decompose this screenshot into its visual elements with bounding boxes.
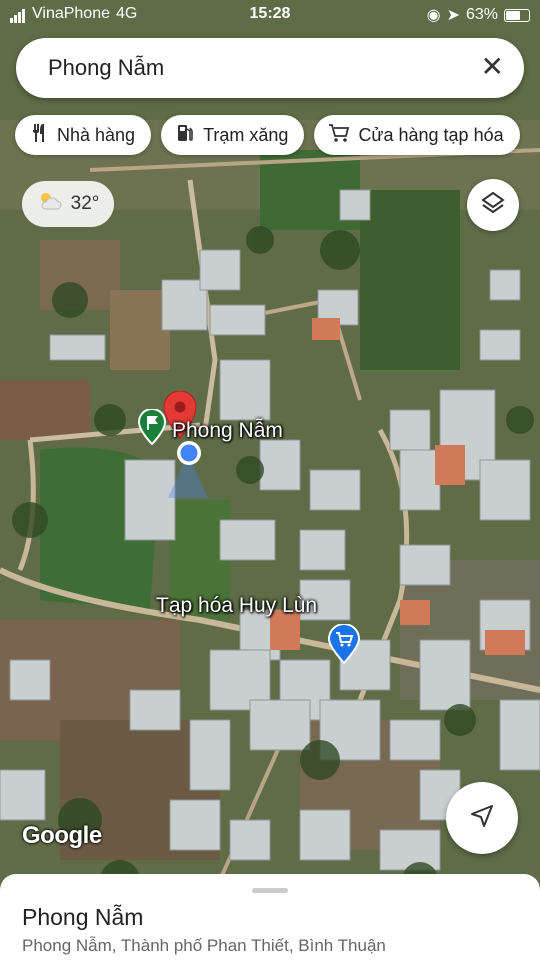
chip-grocery-stores[interactable]: Cửa hàng tạp hóa	[314, 115, 520, 155]
google-logo: Google	[22, 822, 102, 849]
navigation-arrow-icon	[469, 803, 495, 834]
status-bar: VinaPhone 4G 15:28 ◉ ➤ 63%	[0, 0, 540, 30]
drag-handle[interactable]	[252, 888, 288, 893]
place-label[interactable]: Phong Nẫm	[172, 419, 283, 443]
orientation-lock-icon: ◉	[426, 7, 441, 24]
temperature: 32°	[70, 193, 100, 214]
gas-station-icon	[175, 123, 195, 148]
store-label[interactable]: Tạp hóa Huy Lùn	[156, 594, 317, 618]
location-arrow-icon: ➤	[446, 7, 460, 24]
chip-restaurants[interactable]: Nhà hàng	[15, 115, 152, 155]
close-icon[interactable]: ✕	[481, 52, 504, 82]
chip-label: Trạm xăng	[203, 124, 289, 145]
status-right: ◉ ➤ 63%	[427, 5, 530, 25]
layers-button[interactable]	[467, 179, 519, 231]
search-query[interactable]: Phong Nẫm	[48, 55, 164, 81]
chip-label: Nhà hàng	[57, 124, 136, 145]
category-chips: Nhà hàng Trạm xăng Cửa hàng tạp hóa	[15, 115, 520, 155]
place-address: Phong Nẫm, Thành phố Phan Thiết, Bình Th…	[22, 936, 386, 955]
place-bottom-sheet[interactable]: Phong Nẫm Phong Nẫm, Thành phố Phan Thiế…	[0, 874, 540, 960]
layers-icon	[480, 190, 506, 221]
battery-icon	[504, 8, 530, 22]
chip-label: Cửa hàng tạp hóa	[358, 124, 504, 145]
shopping-cart-pin-icon[interactable]	[327, 623, 361, 669]
cart-icon	[328, 123, 350, 148]
my-location-button[interactable]	[446, 782, 518, 854]
restaurant-icon	[29, 123, 49, 148]
place-title: Phong Nẫm	[22, 904, 144, 930]
battery-percent: 63%	[465, 6, 498, 23]
current-location-dot	[175, 439, 203, 472]
chip-gas-stations[interactable]: Trạm xăng	[161, 115, 305, 155]
search-box[interactable]: Phong Nẫm ✕	[16, 38, 524, 98]
partly-cloudy-icon	[37, 190, 63, 218]
weather-badge[interactable]: 32°	[22, 181, 114, 227]
